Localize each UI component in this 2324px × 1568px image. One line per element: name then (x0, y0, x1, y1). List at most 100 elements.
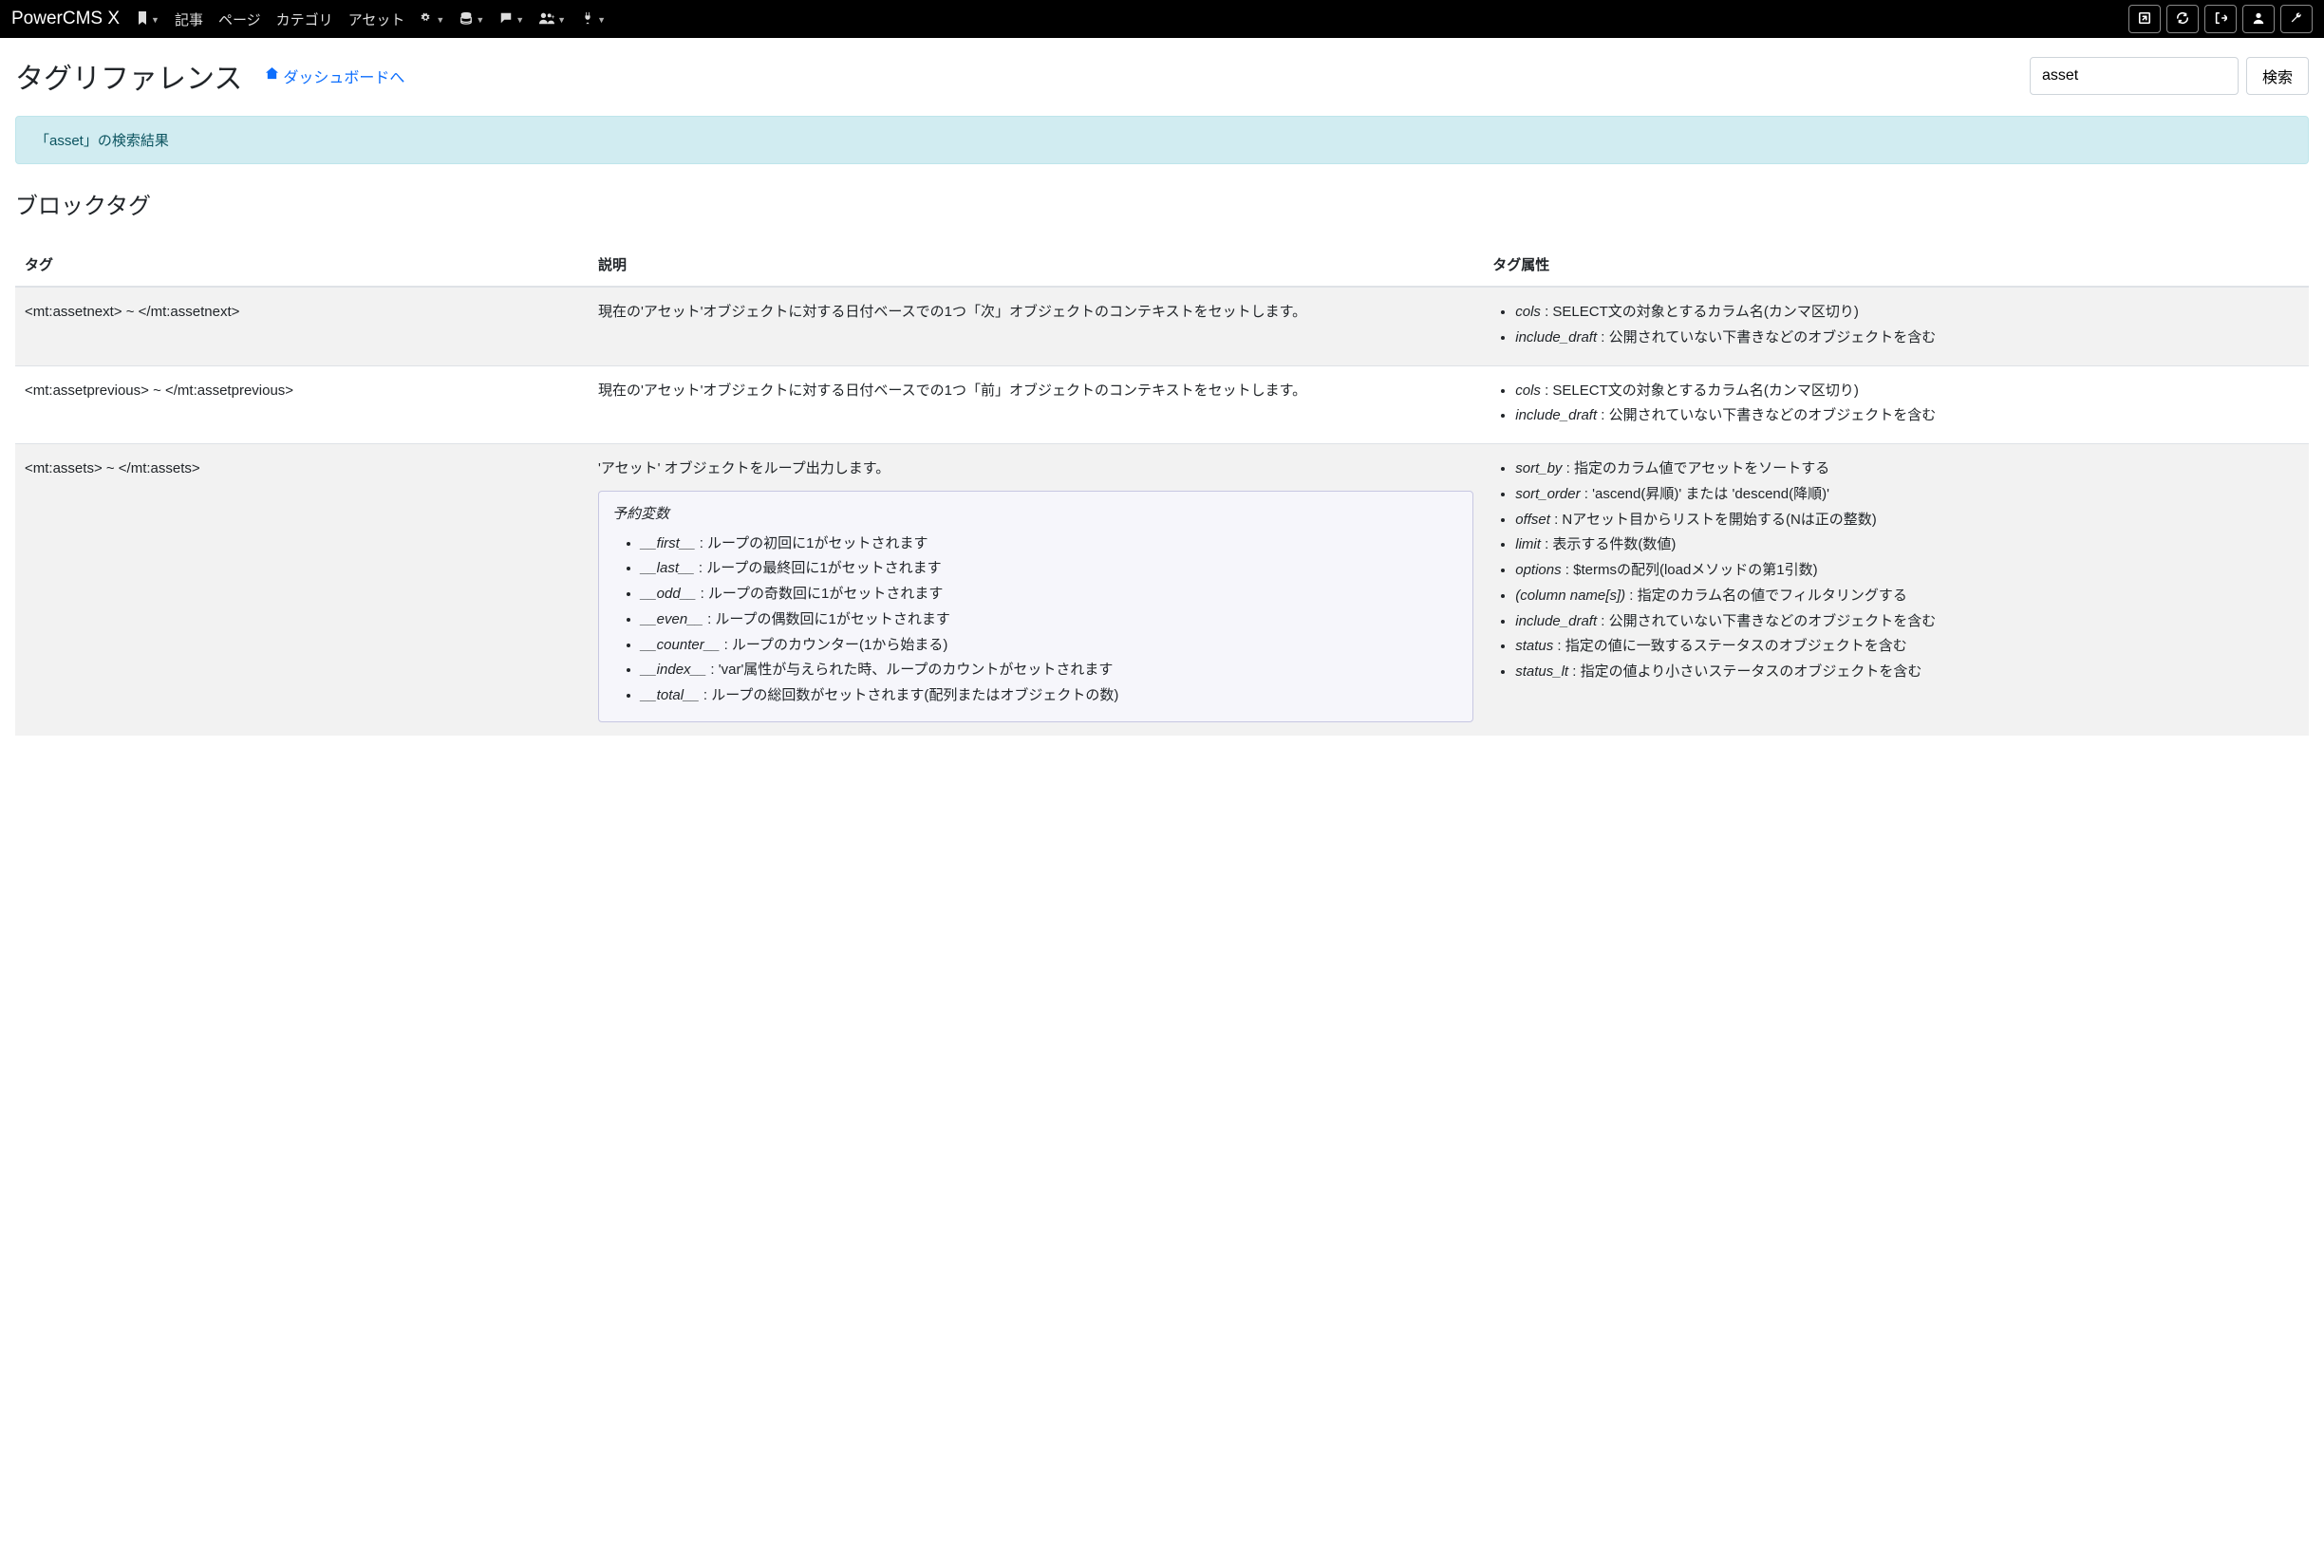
table-header-row: タグ 説明 タグ属性 (15, 243, 2309, 287)
cell-attr: cols : SELECT文の対象とするカラム名(カンマ区切り)include_… (1483, 287, 2309, 365)
cell-tag: <mt:assetprevious> ~ </mt:assetprevious> (15, 365, 589, 444)
caret-down-icon: ▼ (597, 15, 606, 25)
attr-list: cols : SELECT文の対象とするカラム名(カンマ区切り)include_… (1492, 301, 2299, 350)
attr-item: cols : SELECT文の対象とするカラム名(カンマ区切り) (1515, 301, 2299, 325)
attr-name: cols (1515, 304, 1541, 320)
desc-text: 現在の'アセット'オブジェクトに対する日付ベースでの1つ「前」オブジェクトのコン… (598, 380, 1473, 403)
var-item: __first__ : ループの初回に1がセットされます (641, 532, 1459, 556)
nav-item-カテゴリ[interactable]: カテゴリ (269, 4, 341, 35)
caret-down-icon: ▼ (476, 15, 484, 25)
cell-attr: sort_by : 指定のカラム値でアセットをソートするsort_order :… (1483, 444, 2309, 736)
brand[interactable]: PowerCMS X (11, 9, 125, 29)
top-navbar: PowerCMS X ▼記事ページカテゴリアセット▼▼▼+▼▼ (0, 0, 2324, 38)
attr-item: limit : 表示する件数(数値) (1515, 533, 2299, 557)
nav-item-ページ[interactable]: ページ (211, 4, 269, 35)
external-icon (2138, 11, 2151, 28)
table-row: <mt:assetprevious> ~ </mt:assetprevious>… (15, 365, 2309, 444)
attr-name: offset (1515, 512, 1550, 528)
attr-name: status_lt (1515, 663, 1568, 680)
table-row: <mt:assetnext> ~ </mt:assetnext> 現在の'アセット… (15, 287, 2309, 365)
var-item: __even__ : ループの偶数回に1がセットされます (641, 608, 1459, 632)
search-input[interactable] (2030, 57, 2239, 95)
var-item: __last__ : ループの最終回に1がセットされます (641, 557, 1459, 581)
tag-table: タグ 説明 タグ属性 <mt:assetnext> ~ </mt:assetne… (15, 243, 2309, 736)
plug-icon (581, 11, 594, 28)
cell-tag: <mt:assetnext> ~ </mt:assetnext> (15, 287, 589, 365)
var-name: __counter__ (641, 637, 720, 653)
logout-button[interactable] (2204, 5, 2237, 33)
attr-item: (column name[s]) : 指定のカラム名の値でフィルタリングする (1515, 585, 2299, 608)
attr-item: sort_by : 指定のカラム値でアセットをソートする (1515, 457, 2299, 481)
dashboard-link[interactable]: ダッシュボードへ (265, 65, 404, 87)
nav-item-label: ページ (218, 9, 261, 29)
svg-text:+: + (552, 12, 555, 20)
nav-item-users[interactable]: +▼ (532, 6, 573, 34)
attr-item: options : $termsの配列(loadメソッドの第1引数) (1515, 559, 2299, 583)
th-attr: タグ属性 (1483, 243, 2309, 287)
th-desc: 説明 (589, 243, 1483, 287)
cell-desc: 現在の'アセット'オブジェクトに対する日付ベースでの1つ「前」オブジェクトのコン… (589, 365, 1483, 444)
gear-icon (420, 11, 433, 28)
refresh-icon (2176, 11, 2189, 28)
nav-item-database[interactable]: ▼ (452, 6, 492, 34)
nav-item-label: アセット (348, 9, 405, 29)
attr-name: status (1515, 638, 1553, 654)
attr-item: sort_order : 'ascend(昇順)' または 'descend(降… (1515, 483, 2299, 507)
nav-item-bookmark[interactable]: ▼ (129, 6, 167, 34)
var-name: __even__ (641, 611, 703, 627)
table-row: <mt:assets> ~ </mt:assets>'アセット' オブジェクトを… (15, 444, 2309, 736)
attr-name: sort_by (1515, 460, 1562, 476)
attr-name: (column name[s]) (1515, 588, 1625, 604)
attr-list: cols : SELECT文の対象とするカラム名(カンマ区切り)include_… (1492, 380, 2299, 429)
caret-down-icon: ▼ (557, 15, 566, 25)
nav-item-plug[interactable]: ▼ (573, 6, 613, 34)
var-name: __odd__ (641, 586, 696, 602)
logout-icon (2214, 11, 2227, 28)
desc-text: 現在の'アセット'オブジェクトに対する日付ベースでの1つ「次」オブジェクトのコン… (598, 301, 1473, 325)
attr-item: status_lt : 指定の値より小さいステータスのオブジェクトを含む (1515, 661, 2299, 684)
caret-down-icon: ▼ (515, 15, 524, 25)
navbar-left: PowerCMS X ▼記事ページカテゴリアセット▼▼▼+▼▼ (11, 4, 613, 35)
attr-item: include_draft : 公開されていない下書きなどのオブジェクトを含む (1515, 404, 2299, 428)
attr-name: limit (1515, 536, 1541, 552)
dashboard-link-text: ダッシュボードへ (283, 65, 404, 87)
varbox-title: 予約変数 (612, 503, 1459, 527)
attr-item: cols : SELECT文の対象とするカラム名(カンマ区切り) (1515, 380, 2299, 403)
var-item: __counter__ : ループのカウンター(1から始まる) (641, 634, 1459, 658)
caret-down-icon: ▼ (151, 15, 159, 25)
nav-item-label: 記事 (175, 9, 203, 29)
var-list: __first__ : ループの初回に1がセットされます__last__ : ル… (612, 532, 1459, 708)
nav-item-comment[interactable]: ▼ (492, 6, 532, 34)
nav-item-アセット[interactable]: アセット (341, 4, 413, 35)
navbar-right (2128, 5, 2313, 33)
attr-item: include_draft : 公開されていない下書きなどのオブジェクトを含む (1515, 327, 2299, 350)
var-item: __odd__ : ループの奇数回に1がセットされます (641, 583, 1459, 607)
alert-text: 「asset」の検索結果 (35, 133, 169, 149)
var-name: __index__ (641, 662, 706, 678)
nav-item-gear[interactable]: ▼ (412, 6, 452, 34)
cell-attr: cols : SELECT文の対象とするカラム名(カンマ区切り)include_… (1483, 365, 2309, 444)
bookmark-icon (137, 11, 148, 28)
search-result-alert: 「asset」の検索結果 (15, 116, 2309, 164)
wrench-button[interactable] (2280, 5, 2313, 33)
wrench-icon (2290, 11, 2303, 28)
th-tag: タグ (15, 243, 589, 287)
header-right: 検索 (2030, 57, 2309, 95)
reserved-vars-box: 予約変数__first__ : ループの初回に1がセットされます__last__… (598, 491, 1473, 722)
attr-item: offset : Nアセット目からリストを開始する(Nは正の整数) (1515, 509, 2299, 532)
nav-item-label: カテゴリ (276, 9, 333, 29)
database-icon (459, 11, 473, 28)
user-button[interactable] (2242, 5, 2275, 33)
page-header: タグリファレンス ダッシュボードへ 検索 (15, 55, 2309, 97)
section-heading: ブロックタグ (15, 187, 2309, 220)
attr-name: sort_order (1515, 486, 1580, 502)
external-button[interactable] (2128, 5, 2161, 33)
var-item: __index__ : 'var'属性が与えられた時、ループのカウントがセットさ… (641, 659, 1459, 682)
var-name: __last__ (641, 560, 695, 576)
search-button[interactable]: 検索 (2246, 57, 2309, 95)
home-icon (265, 66, 279, 85)
var-item: __total__ : ループの総回数がセットされます(配列またはオブジェクトの… (641, 684, 1459, 708)
var-name: __total__ (641, 687, 700, 703)
nav-item-記事[interactable]: 記事 (167, 4, 211, 35)
refresh-button[interactable] (2166, 5, 2199, 33)
